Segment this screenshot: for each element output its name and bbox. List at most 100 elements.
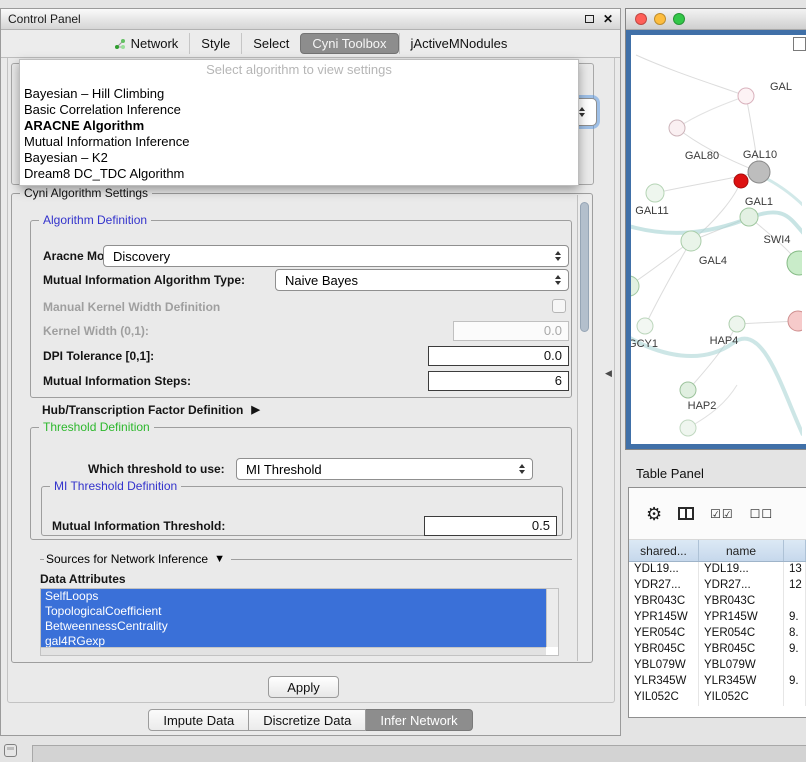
network-edge[interactable] bbox=[677, 96, 746, 128]
expand-right-icon: ▶ bbox=[251, 405, 259, 416]
close-window-icon[interactable]: ✕ bbox=[603, 14, 613, 24]
table-row[interactable]: YBR043CYBR043C bbox=[629, 594, 806, 610]
network-node[interactable] bbox=[729, 316, 745, 332]
table-column-header[interactable]: shared... bbox=[629, 540, 699, 561]
table-cell: YDR27... bbox=[699, 578, 784, 594]
network-node-label: GAL11 bbox=[635, 205, 668, 217]
network-node[interactable] bbox=[681, 231, 701, 251]
tab-infer-network[interactable]: Infer Network bbox=[366, 709, 472, 731]
table-cell bbox=[784, 690, 806, 706]
deselect-all-icon[interactable]: ☐☐ bbox=[750, 507, 774, 521]
close-traffic-light-icon[interactable] bbox=[635, 13, 647, 25]
tab-select[interactable]: Select bbox=[241, 33, 300, 54]
dropdown-placeholder: Select algorithm to view settings bbox=[20, 62, 578, 78]
mi-threshold-field[interactable]: 0.5 bbox=[424, 516, 557, 536]
network-node[interactable] bbox=[680, 420, 696, 436]
table-row[interactable]: YER054CYER054C8. bbox=[629, 626, 806, 642]
table-row[interactable]: YLR345WYLR345W9. bbox=[629, 674, 806, 690]
data-attributes-label: Data Attributes bbox=[40, 573, 126, 586]
table-cell: 9. bbox=[784, 642, 806, 658]
tab-cyni-toolbox[interactable]: Cyni Toolbox bbox=[300, 33, 398, 54]
gear-icon[interactable]: ⚙ bbox=[646, 505, 662, 523]
network-window-titlebar[interactable] bbox=[626, 9, 806, 30]
network-node[interactable] bbox=[637, 318, 653, 334]
select-all-icon[interactable]: ☑☑ bbox=[710, 507, 734, 521]
apply-button[interactable]: Apply bbox=[268, 676, 339, 698]
dpi-tolerance-field[interactable]: 0.0 bbox=[428, 346, 569, 366]
table-cell: YPR145W bbox=[699, 610, 784, 626]
zoom-traffic-light-icon[interactable] bbox=[673, 13, 685, 25]
mi-type-select[interactable]: Naive Bayes bbox=[275, 269, 569, 291]
data-attribute-item[interactable]: SelfLoops bbox=[41, 589, 546, 604]
minimized-panel-icon[interactable] bbox=[4, 744, 17, 757]
network-node[interactable] bbox=[787, 251, 802, 275]
list-horizontal-scrollbar[interactable] bbox=[41, 647, 546, 655]
dropdown-item[interactable]: Dream8 DC_TDC Algorithm bbox=[20, 166, 578, 182]
tab-impute-data[interactable]: Impute Data bbox=[148, 709, 249, 731]
dropdown-item[interactable]: ARACNE Algorithm bbox=[20, 118, 578, 134]
tab-network[interactable]: Network bbox=[103, 33, 190, 54]
network-node[interactable] bbox=[788, 311, 802, 331]
combo-arrows-icon bbox=[519, 464, 525, 474]
table-panel-window: ⚙ ☑☑ ☐☐ shared...name YDL19...YDL19...13… bbox=[628, 487, 806, 718]
table-row[interactable]: YDL19...YDL19...13 bbox=[629, 562, 806, 578]
table-cell: YBR045C bbox=[629, 642, 699, 658]
list-vertical-scrollbar[interactable] bbox=[546, 589, 558, 647]
control-panel-window: Control Panel ✕ Network Style Select Cyn… bbox=[0, 8, 621, 736]
network-node[interactable] bbox=[748, 161, 770, 183]
aracne-mode-select[interactable]: Discovery bbox=[103, 245, 569, 267]
network-node[interactable] bbox=[734, 174, 748, 188]
table-cell: 13 bbox=[784, 562, 806, 578]
table-row[interactable]: YIL052CYIL052C bbox=[629, 690, 806, 706]
dropdown-item[interactable]: Mutual Information Inference bbox=[20, 134, 578, 150]
dropdown-item[interactable]: Basic Correlation Inference bbox=[20, 102, 578, 118]
data-attribute-item[interactable]: BetweennessCentrality bbox=[41, 619, 546, 634]
collapse-down-icon: ▼ bbox=[214, 554, 225, 565]
network-node[interactable] bbox=[631, 276, 639, 296]
table-cell: YIL052C bbox=[699, 690, 784, 706]
network-node-label: HAP4 bbox=[710, 335, 739, 347]
network-node[interactable] bbox=[740, 208, 758, 226]
table-cell: YBR043C bbox=[629, 594, 699, 610]
combo-up-arrow-icon bbox=[579, 107, 585, 111]
network-canvas[interactable]: GALGAL80GAL10GAL11GAL1SWI4GAL4GCY1HAP4HA… bbox=[631, 35, 806, 444]
column-selector-icon[interactable] bbox=[678, 507, 694, 520]
network-node[interactable] bbox=[738, 88, 754, 104]
network-node[interactable] bbox=[646, 184, 664, 202]
network-edge[interactable] bbox=[631, 335, 802, 435]
table-row[interactable]: YDR27...YDR27...12 bbox=[629, 578, 806, 594]
manual-kernel-checkbox[interactable] bbox=[552, 299, 566, 313]
tab-discretize-data[interactable]: Discretize Data bbox=[249, 709, 366, 731]
tab-style[interactable]: Style bbox=[189, 33, 241, 54]
sources-section-header[interactable]: Sources for Network Inference ▼ bbox=[40, 552, 572, 566]
splitter-collapse-icon[interactable]: ◀ bbox=[605, 368, 612, 379]
tab-jactivemnodules[interactable]: jActiveMNodules bbox=[399, 33, 519, 54]
mi-steps-field[interactable]: 6 bbox=[428, 371, 569, 391]
kernel-width-field[interactable]: 0.0 bbox=[453, 321, 569, 341]
table-row[interactable]: YPR145WYPR145W9. bbox=[629, 610, 806, 626]
kernel-width-label: Kernel Width (0,1): bbox=[43, 325, 149, 338]
data-attributes-list[interactable]: SelfLoopsTopologicalCoefficientBetweenne… bbox=[40, 588, 559, 656]
network-node[interactable] bbox=[680, 382, 696, 398]
network-edge[interactable] bbox=[636, 55, 746, 96]
network-node[interactable] bbox=[669, 120, 685, 136]
which-threshold-select[interactable]: MI Threshold bbox=[236, 458, 533, 480]
algorithm-dropdown-popup: Select algorithm to view settings Bayesi… bbox=[19, 59, 579, 186]
scrollbar-thumb[interactable] bbox=[580, 202, 589, 332]
combo-arrows-icon bbox=[555, 275, 561, 285]
control-panel-titlebar[interactable]: Control Panel ✕ bbox=[1, 9, 620, 30]
table-column-header[interactable]: name bbox=[699, 540, 784, 561]
table-column-header[interactable] bbox=[784, 540, 806, 561]
minimize-traffic-light-icon[interactable] bbox=[654, 13, 666, 25]
hub-definition-expander[interactable]: Hub/Transcription Factor Definition ▶ bbox=[42, 403, 260, 417]
data-attribute-item[interactable]: TopologicalCoefficient bbox=[41, 604, 546, 619]
float-window-icon[interactable] bbox=[585, 15, 594, 23]
network-edge[interactable] bbox=[631, 241, 691, 286]
network-edge[interactable] bbox=[645, 241, 691, 326]
table-row[interactable]: YBL079WYBL079W bbox=[629, 658, 806, 674]
table-row[interactable]: YBR045CYBR045C9. bbox=[629, 642, 806, 658]
dropdown-item[interactable]: Bayesian – Hill Climbing bbox=[20, 86, 578, 102]
settings-scrollbar[interactable] bbox=[577, 195, 591, 661]
dropdown-item[interactable]: Bayesian – K2 bbox=[20, 150, 578, 166]
network-node-label: GAL1 bbox=[745, 196, 773, 208]
